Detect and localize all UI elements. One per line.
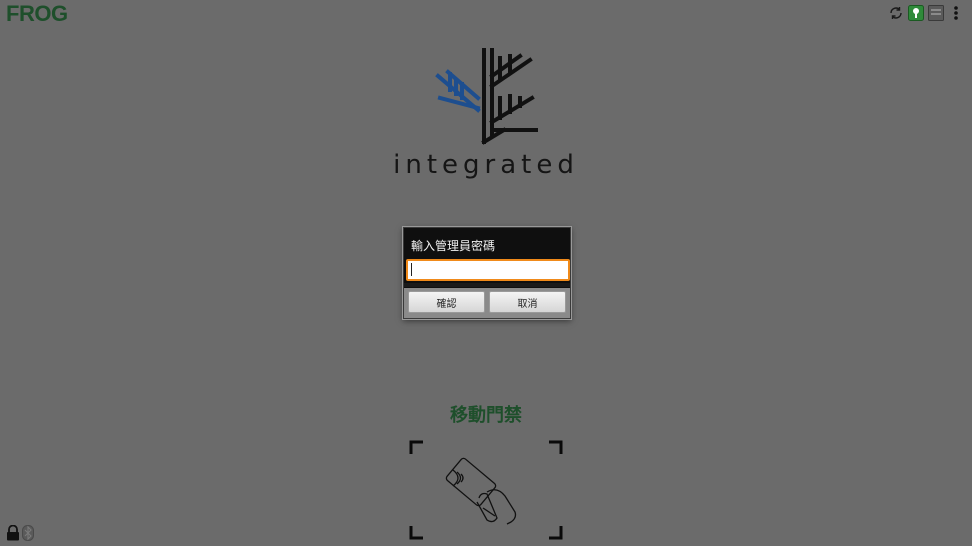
dialog-title: 輸入管理員密碼 [411, 239, 496, 253]
green-key-icon[interactable] [908, 5, 924, 21]
integrated-wordmark: integrated [393, 150, 579, 180]
sync-icon[interactable] [888, 5, 904, 21]
status-bar [888, 5, 964, 21]
dialog-divider [404, 283, 570, 287]
overflow-menu-icon[interactable] [948, 5, 964, 21]
integrated-logo-mark [434, 46, 540, 146]
dialog-button-bar: 確認 取消 [404, 288, 570, 318]
nfc-scan-area[interactable] [409, 440, 563, 540]
cancel-button[interactable]: 取消 [489, 291, 566, 313]
mobile-access-title: 移動門禁 [450, 405, 522, 426]
confirm-button[interactable]: 確認 [408, 291, 485, 313]
bluetooth-icon[interactable] [22, 525, 34, 541]
keyboard-icon[interactable] [928, 5, 944, 21]
admin-password-dialog: 輸入管理員密碼 確認 取消 [403, 227, 571, 319]
nfc-card-hand-icon [445, 457, 517, 525]
frog-logo: FROG [6, 1, 68, 26]
text-caret [411, 263, 412, 276]
admin-password-input[interactable] [406, 259, 570, 281]
lock-icon[interactable] [6, 524, 20, 541]
